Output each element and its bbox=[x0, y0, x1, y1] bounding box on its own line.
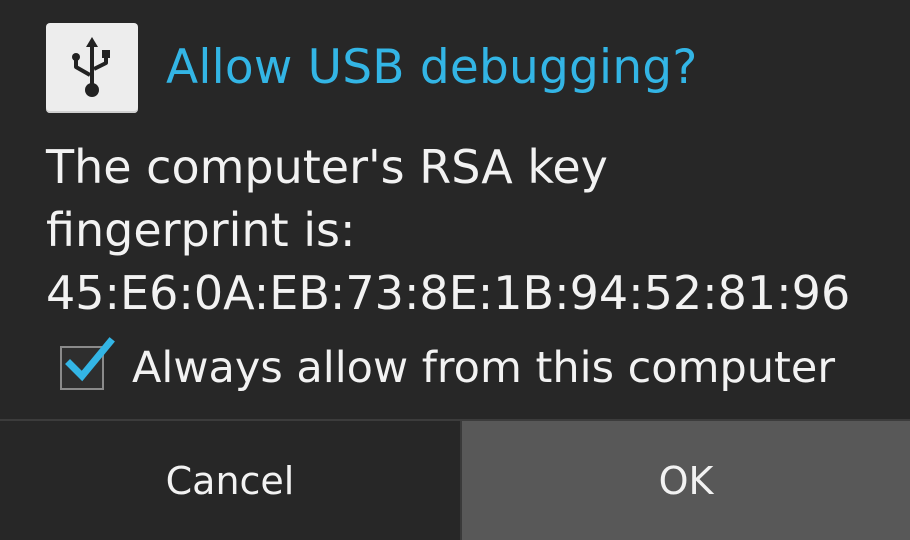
dialog-header: Allow USB debugging? bbox=[46, 23, 698, 113]
always-allow-label: Always allow from this computer bbox=[132, 343, 836, 393]
message-line: fingerprint is: bbox=[46, 203, 356, 257]
checkmark-icon bbox=[65, 337, 115, 382]
dialog-title: Allow USB debugging? bbox=[166, 39, 698, 95]
always-allow-checkbox[interactable] bbox=[60, 337, 115, 390]
ok-button[interactable]: OK bbox=[462, 421, 910, 540]
cancel-button[interactable]: Cancel bbox=[0, 421, 460, 540]
rsa-fingerprint: 45:E6:0A:EB:73:8E:1B:94:52:81:96 bbox=[46, 266, 851, 320]
button-bar: Cancel OK bbox=[0, 421, 910, 540]
message-line: The computer's RSA key bbox=[46, 140, 608, 194]
usb-icon bbox=[46, 23, 138, 113]
dialog-message: The computer's RSA key fingerprint is: 4… bbox=[46, 136, 886, 325]
always-allow-checkbox-row[interactable]: Always allow from this computer bbox=[60, 337, 836, 396]
usb-debugging-dialog: Allow USB debugging? The computer's RSA … bbox=[0, 0, 910, 540]
